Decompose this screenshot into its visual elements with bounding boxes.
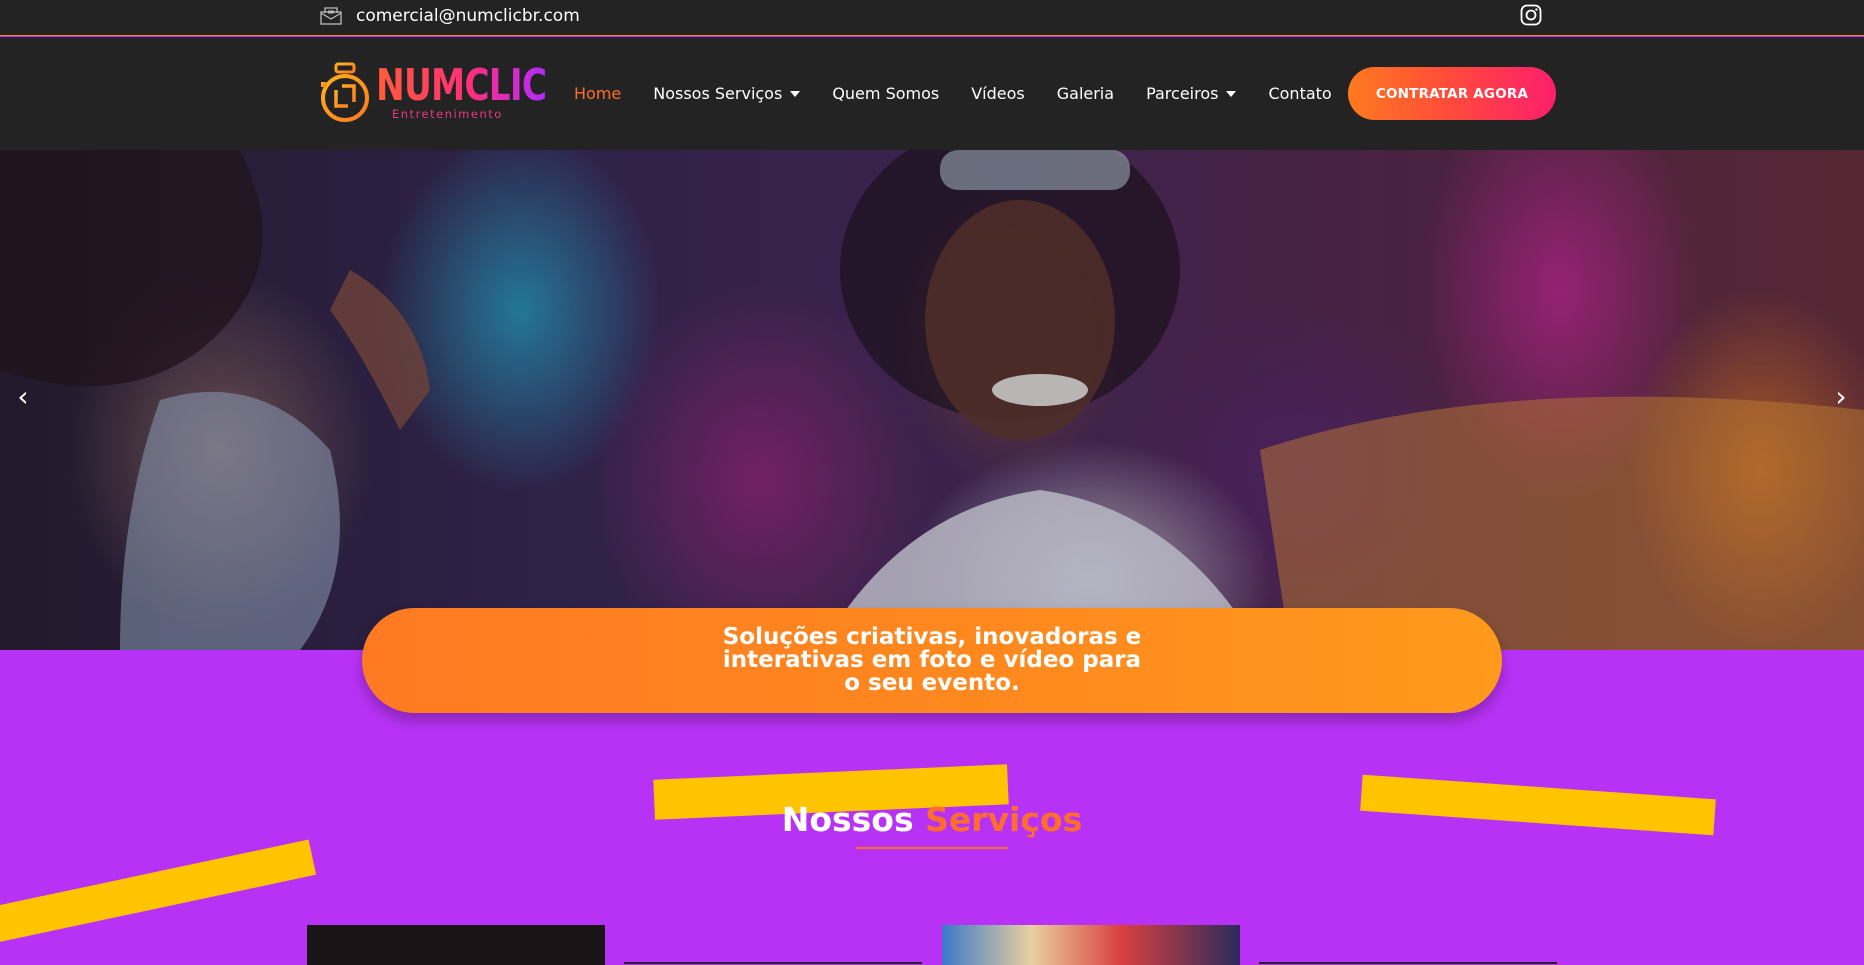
service-card[interactable] bbox=[307, 925, 605, 965]
decorative-stroke bbox=[0, 839, 317, 945]
services-title-accent: Serviços bbox=[925, 800, 1083, 839]
nav-contato[interactable]: Contato bbox=[1268, 84, 1331, 103]
contact-email[interactable]: comercial@numclicbr.com bbox=[320, 6, 580, 26]
main-menu: Home Nossos Serviços Quem Somos Vídeos G… bbox=[574, 37, 1364, 150]
nav-nossos-servicos[interactable]: Nossos Serviços bbox=[653, 84, 801, 103]
services-title-white: Nossos bbox=[781, 800, 914, 839]
main-header: NUMCLIC Entretenimento Home Nossos Servi… bbox=[0, 37, 1864, 150]
instagram-icon[interactable] bbox=[1520, 4, 1542, 26]
envelope-icon bbox=[320, 7, 342, 25]
title-underline bbox=[856, 847, 1008, 849]
chevron-right-icon[interactable]: › bbox=[1830, 382, 1852, 412]
nav-quem-somos[interactable]: Quem Somos bbox=[832, 84, 939, 103]
hero-slider: ‹ › bbox=[0, 150, 1864, 650]
nav-nossos-servicos-label[interactable]: Nossos Serviços bbox=[653, 84, 782, 103]
nav-home-label[interactable]: Home bbox=[574, 84, 621, 103]
nav-parceiros[interactable]: Parceiros bbox=[1146, 84, 1237, 103]
services-title: Nossos Serviços bbox=[0, 800, 1864, 839]
top-bar: comercial@numclicbr.com bbox=[0, 0, 1864, 36]
contact-email-text[interactable]: comercial@numclicbr.com bbox=[356, 6, 580, 26]
brand-wordmark: NUMCLIC bbox=[376, 60, 547, 111]
service-card[interactable] bbox=[942, 925, 1240, 965]
brand-subtitle: Entretenimento bbox=[392, 107, 503, 121]
nav-quem-somos-label[interactable]: Quem Somos bbox=[832, 84, 939, 103]
hire-now-button[interactable]: CONTRATAR AGORA bbox=[1348, 67, 1556, 120]
brand-logo[interactable]: NUMCLIC Entretenimento bbox=[318, 58, 547, 128]
nav-galeria[interactable]: Galeria bbox=[1057, 84, 1114, 103]
chevron-left-icon[interactable]: ‹ bbox=[12, 382, 34, 412]
nav-contato-label[interactable]: Contato bbox=[1268, 84, 1331, 103]
nav-parceiros-label[interactable]: Parceiros bbox=[1146, 84, 1218, 103]
camera-logo-icon bbox=[321, 62, 369, 122]
nav-home[interactable]: Home bbox=[574, 84, 621, 103]
nav-videos[interactable]: Vídeos bbox=[971, 84, 1025, 103]
nav-galeria-label[interactable]: Galeria bbox=[1057, 84, 1114, 103]
nav-videos-label[interactable]: Vídeos bbox=[971, 84, 1025, 103]
caret-down-icon[interactable] bbox=[790, 90, 801, 97]
hero-tagline: Soluções criativas, inovadoras e interat… bbox=[362, 608, 1502, 713]
caret-down-icon[interactable] bbox=[1226, 90, 1237, 97]
hero-overlay bbox=[0, 150, 1864, 650]
